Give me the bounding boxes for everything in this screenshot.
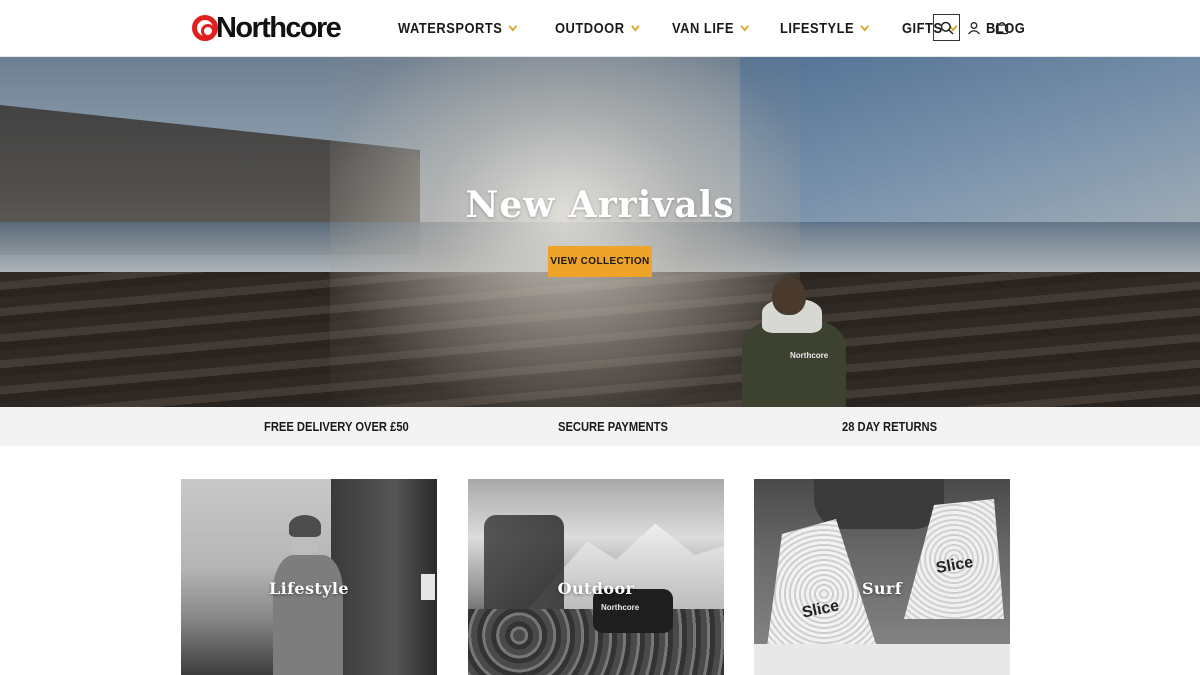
- cart-button[interactable]: [988, 14, 1015, 41]
- nav-item-van-life[interactable]: VAN LIFE: [672, 19, 750, 37]
- northcore-logo[interactable]: Northcore: [192, 11, 342, 45]
- person-coat: [742, 321, 846, 407]
- bag-brand-text: Northcore: [601, 603, 640, 612]
- category-label: Outdoor: [557, 579, 635, 598]
- logo-text: Northcore: [216, 11, 342, 44]
- usp-secure-payments: SECURE PAYMENTS: [558, 419, 668, 434]
- hero-banner: Northcore New Arrivals VIEW COLLECTION: [0, 57, 1200, 407]
- chevron-down-icon: [508, 21, 518, 31]
- usp-returns: 28 DAY RETURNS: [842, 419, 938, 434]
- cart-icon: [995, 21, 1008, 34]
- usp-bar: FREE DELIVERY OVER £50 SECURE PAYMENTS 2…: [0, 407, 1200, 446]
- category-label: Lifestyle: [269, 579, 349, 598]
- nav-item-label: VAN LIFE: [672, 19, 735, 37]
- hero-person: Northcore: [740, 277, 848, 407]
- chevron-down-icon: [740, 21, 750, 31]
- site-header: Northcore WATERSPORTS OUTDOOR VAN LIFE L…: [0, 0, 1200, 57]
- logo-mark-icon: [192, 15, 218, 41]
- category-card-outdoor[interactable]: Northcore Outdoor: [468, 479, 724, 675]
- category-card-lifestyle[interactable]: Lifestyle: [181, 479, 437, 675]
- account-button[interactable]: [960, 14, 987, 41]
- person-beanie: [289, 515, 321, 537]
- coat-brand-text: Northcore: [790, 351, 829, 360]
- chevron-down-icon: [860, 21, 870, 31]
- usp-free-delivery: FREE DELIVERY OVER £50: [264, 419, 409, 434]
- person-body: [273, 555, 343, 675]
- nav-item-watersports[interactable]: WATERSPORTS: [398, 19, 518, 37]
- nav-item-outdoor[interactable]: OUTDOOR: [555, 19, 640, 37]
- person-head: [772, 277, 806, 315]
- category-label: Surf: [861, 579, 903, 598]
- account-icon: [967, 21, 980, 34]
- nav-item-label: LIFESTYLE: [780, 19, 855, 37]
- search-icon: [940, 21, 954, 35]
- nav-item-lifestyle[interactable]: LIFESTYLE: [780, 19, 870, 37]
- hero-wave-spray: [330, 57, 800, 407]
- card-image-board: [754, 644, 1010, 675]
- nav-item-label: OUTDOOR: [555, 19, 625, 37]
- chevron-down-icon: [631, 21, 640, 31]
- category-card-surf[interactable]: Slice Slice Surf: [754, 479, 1010, 675]
- search-button[interactable]: [933, 14, 960, 41]
- nav-item-label: WATERSPORTS: [398, 19, 503, 37]
- view-collection-button[interactable]: VIEW COLLECTION: [548, 246, 652, 277]
- hero-title: New Arrivals: [465, 184, 735, 226]
